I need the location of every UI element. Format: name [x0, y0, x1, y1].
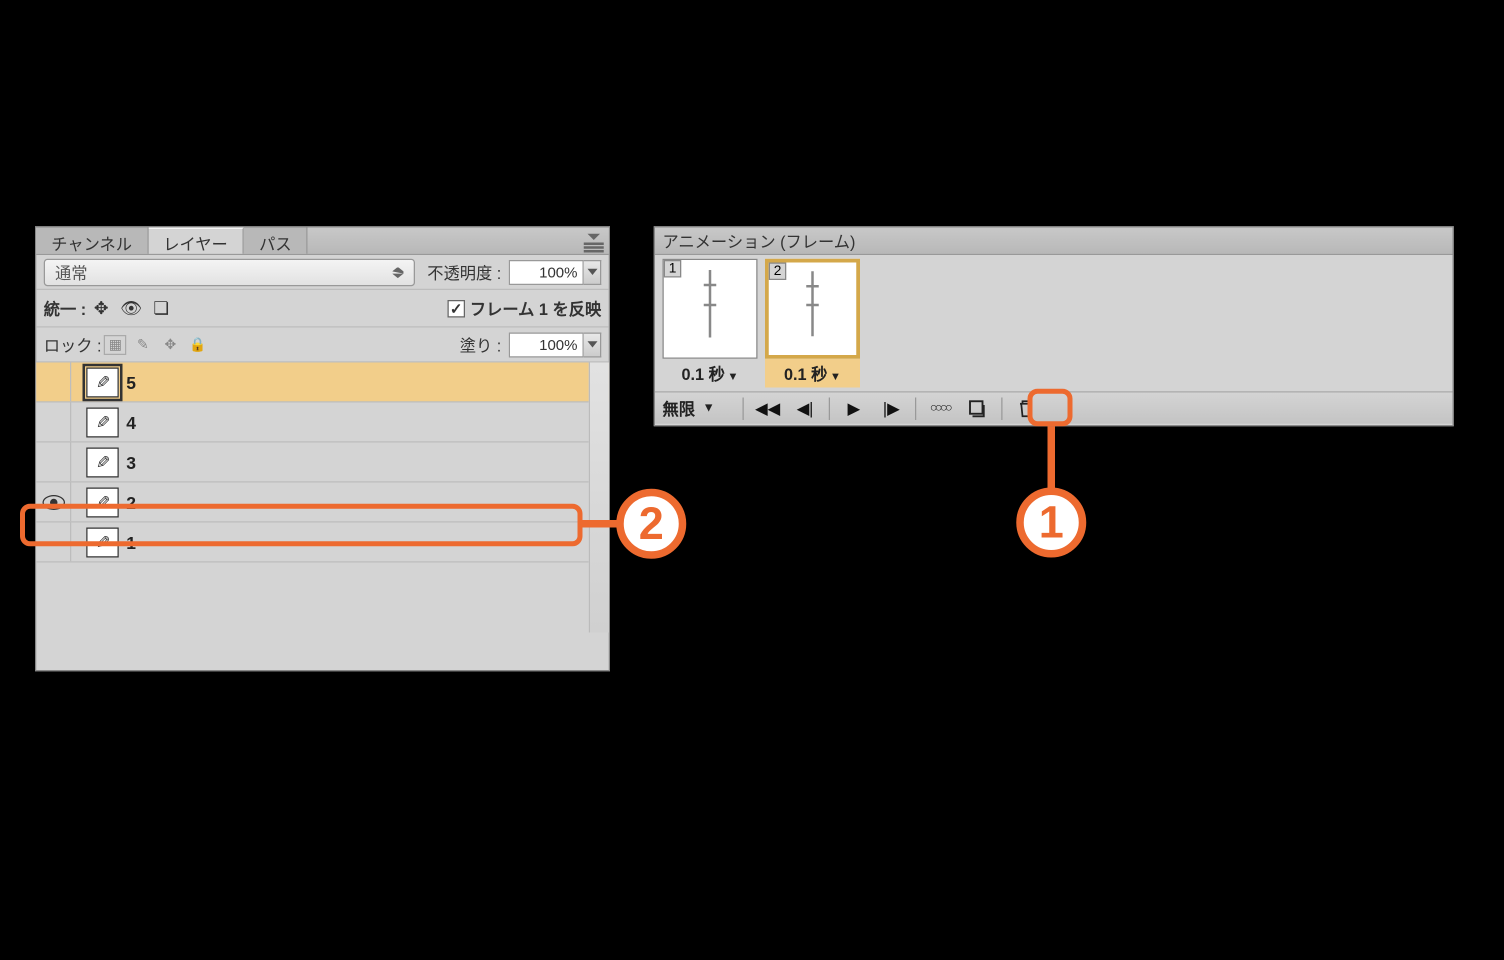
tab-channels[interactable]: チャンネル: [36, 228, 148, 254]
frame-content-icon: [811, 272, 814, 337]
lock-pixels-icon[interactable]: ✎: [132, 334, 155, 354]
visibility-toggle[interactable]: [36, 443, 71, 482]
tab-layers[interactable]: レイヤー: [148, 228, 244, 254]
layer-row[interactable]: 3: [36, 443, 609, 483]
lock-fill-row: ロック : ▦ ✎ ✥ 🔒 塗り : 100%: [36, 328, 609, 363]
unify-visibility-icon[interactable]: 👁: [119, 297, 144, 320]
play-button[interactable]: ▶: [838, 396, 871, 421]
next-frame-button[interactable]: |▶: [875, 396, 908, 421]
tween-button[interactable]: ○○○○: [924, 396, 957, 421]
frame-delay[interactable]: 0.1 秒: [765, 359, 860, 388]
callout-2: 2: [616, 489, 686, 559]
opacity-label: 不透明度 :: [427, 260, 501, 284]
frame-number: 1: [664, 260, 682, 278]
lock-label: ロック :: [44, 333, 102, 357]
unify-row: 統一 : ✥ 👁 ❏ フレーム 1 を反映: [36, 290, 609, 328]
blend-mode-value: 通常: [55, 260, 88, 284]
duplicate-frame-button[interactable]: [961, 396, 994, 421]
tab-label: チャンネル: [51, 231, 132, 255]
blend-mode-select[interactable]: 通常: [44, 258, 415, 286]
visibility-toggle[interactable]: [36, 363, 71, 402]
frame-delay-text: 0.1 秒: [681, 365, 724, 384]
tab-label: レイヤー: [163, 231, 228, 255]
layer-name: 5: [126, 372, 136, 392]
layer-name: 3: [126, 452, 136, 472]
frame-delay[interactable]: 0.1 秒: [663, 359, 758, 388]
prev-frame-button[interactable]: ◀|: [789, 396, 822, 421]
propagate-frame1-checkbox[interactable]: [447, 299, 465, 317]
lock-all-icon[interactable]: 🔒: [187, 334, 210, 354]
loop-select[interactable]: 無限: [663, 396, 736, 420]
layer-list-footer: [36, 563, 609, 601]
lock-position-icon[interactable]: ✥: [159, 334, 182, 354]
layer-row[interactable]: 5: [36, 363, 609, 403]
frame-thumbnail[interactable]: 2: [765, 259, 860, 359]
callout-2-text: 2: [639, 498, 664, 551]
layers-panel: チャンネル レイヤー パス 通常 不透明度 : 100% 統一 : ✥ 👁 ❏ …: [35, 226, 610, 671]
visibility-toggle[interactable]: [36, 403, 71, 442]
layers-scrollbar[interactable]: [589, 363, 609, 633]
layer-thumbnail[interactable]: [86, 407, 119, 437]
animation-frame[interactable]: 1 0.1 秒: [663, 259, 758, 388]
animation-title-text: アニメーション (フレーム): [663, 229, 856, 253]
layer-row[interactable]: 4: [36, 403, 609, 443]
unify-style-icon[interactable]: ❏: [149, 297, 174, 320]
layers-tab-strip: チャンネル レイヤー パス: [36, 228, 609, 256]
frame-number: 2: [769, 263, 787, 281]
animation-frame[interactable]: 2 0.1 秒: [765, 259, 860, 388]
callout-connector-1: [1048, 426, 1056, 494]
layer-name: 4: [126, 412, 136, 432]
callout-connector-2: [583, 520, 621, 528]
frame-delay-text: 0.1 秒: [784, 365, 827, 384]
layer-thumbnail[interactable]: [86, 367, 119, 397]
tab-label: パス: [259, 231, 292, 255]
frame-thumbnail[interactable]: 1: [663, 259, 758, 359]
frame-strip: 1 0.1 秒 2 0.1 秒: [655, 255, 1453, 391]
layer-thumbnail[interactable]: [86, 447, 119, 477]
blend-opacity-row: 通常 不透明度 : 100%: [36, 255, 609, 290]
fill-label: 塗り :: [460, 333, 502, 357]
lock-transparent-icon[interactable]: ▦: [104, 334, 127, 354]
opacity-dropdown-icon[interactable]: [584, 259, 602, 284]
opacity-input[interactable]: 100%: [509, 259, 584, 284]
callout-1: 1: [1016, 488, 1086, 558]
propagate-frame1-label: フレーム 1 を反映: [470, 296, 601, 320]
panel-menu-icon[interactable]: [584, 233, 604, 251]
frame-content-icon: [709, 270, 712, 338]
loop-value: 無限: [663, 396, 696, 420]
first-frame-button[interactable]: ◀◀: [751, 396, 784, 421]
unify-position-icon[interactable]: ✥: [89, 297, 114, 320]
fill-dropdown-icon[interactable]: [584, 332, 602, 357]
callout-box-1: [1028, 389, 1073, 427]
callout-box-2: [20, 504, 583, 547]
tab-paths[interactable]: パス: [244, 228, 308, 254]
animation-panel-title: アニメーション (フレーム): [655, 228, 1453, 256]
callout-1-text: 1: [1039, 496, 1064, 549]
unify-label: 統一 :: [44, 296, 86, 320]
fill-input[interactable]: 100%: [509, 332, 584, 357]
